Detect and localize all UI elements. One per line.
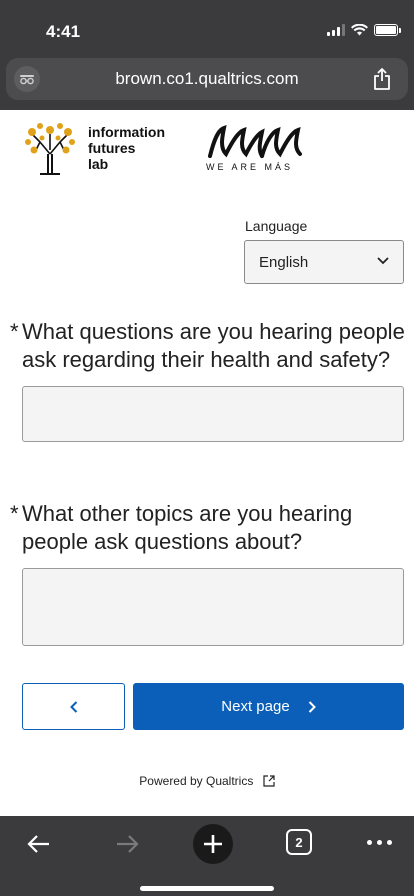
language-selected-value: English bbox=[259, 254, 309, 271]
question-2: * What other topics are you hearing peop… bbox=[10, 500, 406, 556]
logo-header: information futures lab WE ARE MÁS bbox=[22, 118, 322, 180]
back-arrow-icon bbox=[27, 835, 49, 853]
powered-by-text: Powered by Qualtrics bbox=[139, 774, 254, 788]
more-dot-icon bbox=[377, 840, 382, 845]
required-asterisk: * bbox=[10, 319, 19, 344]
status-time: 4:41 bbox=[46, 22, 81, 41]
share-icon[interactable] bbox=[372, 67, 392, 91]
question-1-answer-field[interactable] bbox=[22, 386, 404, 442]
browser-top-chrome: 4:41 brown.co1.qualtrics.com bbox=[0, 0, 414, 110]
question-2-text: What other topics are you hearing people… bbox=[22, 501, 353, 554]
question-1-text: What questions are you hearing people as… bbox=[22, 319, 405, 372]
chevron-right-icon bbox=[308, 700, 316, 713]
language-select[interactable]: English bbox=[244, 240, 404, 284]
plus-icon bbox=[204, 835, 222, 853]
new-tab-button[interactable] bbox=[193, 824, 233, 864]
forward-arrow-icon bbox=[117, 835, 139, 853]
next-page-label: Next page bbox=[221, 698, 290, 715]
more-options-button[interactable] bbox=[367, 840, 392, 845]
address-bar[interactable]: brown.co1.qualtrics.com bbox=[6, 58, 408, 100]
more-dot-icon bbox=[387, 840, 392, 845]
language-label: Language bbox=[245, 218, 308, 234]
information-futures-lab-logo bbox=[25, 123, 75, 175]
status-bar: 4:41 bbox=[0, 0, 414, 54]
chevron-down-icon bbox=[377, 257, 389, 265]
forward-button[interactable] bbox=[114, 830, 140, 858]
home-indicator[interactable] bbox=[140, 886, 274, 891]
next-page-button[interactable]: Next page bbox=[133, 683, 404, 730]
battery-icon bbox=[374, 24, 401, 36]
ifl-wordmark: information futures lab bbox=[88, 124, 165, 172]
question-1: * What questions are you hearing people … bbox=[10, 318, 406, 374]
chevron-left-icon bbox=[69, 700, 77, 713]
required-asterisk: * bbox=[10, 501, 19, 526]
browser-toolbar: 2 bbox=[0, 816, 414, 896]
back-button[interactable] bbox=[26, 830, 52, 858]
previous-page-button[interactable] bbox=[22, 683, 125, 730]
url-text[interactable]: brown.co1.qualtrics.com bbox=[6, 69, 408, 89]
external-link-icon bbox=[263, 775, 275, 787]
more-dot-icon bbox=[367, 840, 372, 845]
wam-tagline: WE ARE MÁS bbox=[206, 162, 294, 172]
question-2-answer-field[interactable] bbox=[22, 568, 404, 646]
tabs-button[interactable]: 2 bbox=[286, 829, 312, 855]
signal-icon bbox=[327, 24, 345, 36]
wifi-icon bbox=[351, 24, 368, 36]
status-icons bbox=[327, 24, 401, 36]
powered-by-qualtrics-link[interactable]: Powered by Qualtrics bbox=[0, 774, 414, 788]
